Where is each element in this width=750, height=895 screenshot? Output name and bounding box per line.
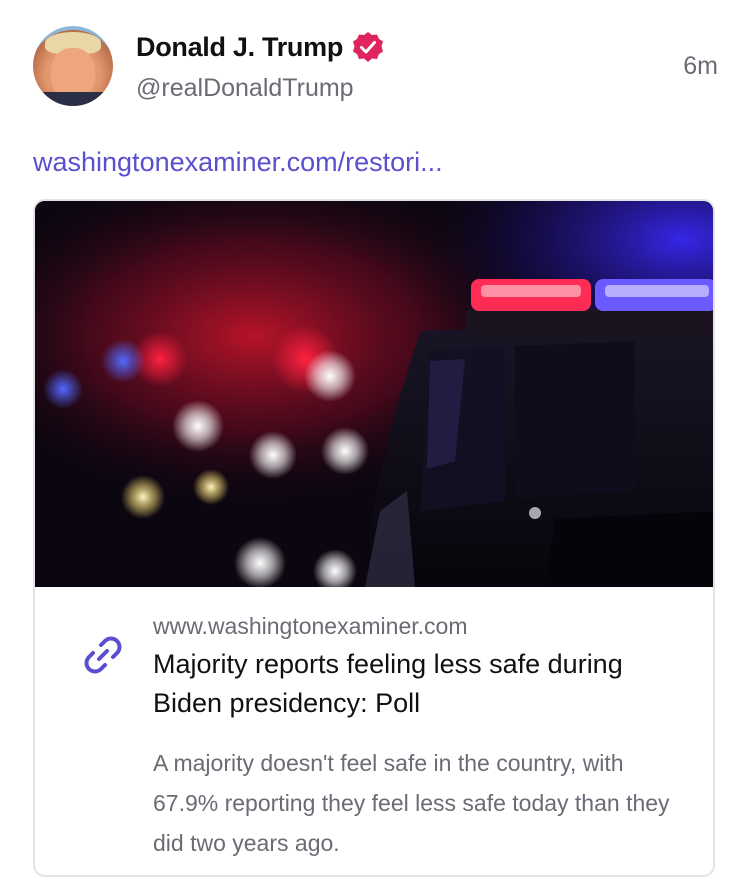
post-timestamp[interactable]: 6m	[683, 52, 718, 81]
link-preview-domain: www.washingtonexaminer.com	[153, 613, 468, 639]
link-preview-image	[35, 201, 713, 587]
author-row: Donald J. Trump	[136, 30, 385, 64]
link-preview-title[interactable]: Majority reports feeling less safe durin…	[153, 645, 673, 723]
post: Donald J. Trump @realDonaldTrump 6m wash…	[0, 0, 750, 895]
verified-badge-icon	[353, 32, 384, 62]
author-handle[interactable]: @realDonaldTrump	[136, 74, 354, 103]
avatar-face	[51, 48, 95, 98]
avatar[interactable]	[33, 26, 113, 106]
link-preview-card[interactable]: www.washingtonexaminer.com Majority repo…	[33, 199, 715, 877]
post-link[interactable]: washingtonexaminer.com/restori...	[33, 147, 443, 178]
police-lights-image	[35, 201, 713, 587]
author-name[interactable]: Donald J. Trump	[136, 32, 343, 63]
link-preview-body: www.washingtonexaminer.com Majority repo…	[35, 587, 713, 875]
link-preview-description: A majority doesn't feel safe in the coun…	[153, 750, 670, 856]
link-icon	[84, 636, 122, 674]
avatar-shirt	[33, 92, 113, 106]
